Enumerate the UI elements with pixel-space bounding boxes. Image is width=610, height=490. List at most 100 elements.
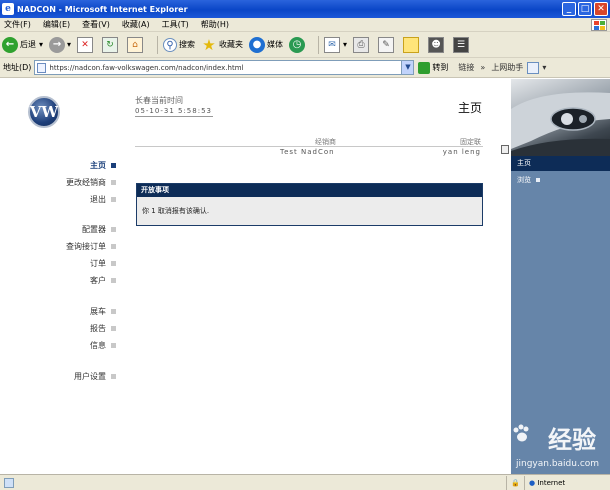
maximize-button[interactable]: □ [578, 2, 592, 16]
stop-icon: ✕ [77, 36, 94, 53]
chevron-down-icon: ▾ [39, 40, 44, 49]
page-status-icon [4, 477, 14, 488]
car-image [511, 79, 610, 156]
refresh-button[interactable]: ↻ [102, 36, 121, 53]
address-url: https://nadcon.faw-volkswagen.com/nadcon… [49, 63, 244, 72]
sidebar-item-info[interactable]: 信息 [90, 340, 116, 351]
print-button[interactable]: ⎙ [353, 36, 372, 53]
lock-icon: 🔒 [506, 475, 524, 490]
sidebar-item-label: 信息 [90, 341, 106, 350]
chevron-down-icon: ▾ [67, 40, 72, 49]
bullet-icon [111, 227, 116, 232]
sidebar-item-label: 展车 [90, 307, 106, 316]
links-button[interactable]: 链接 [458, 62, 474, 73]
bullet-icon [111, 343, 116, 348]
favorites-button[interactable]: ★ 收藏夹 [201, 37, 243, 53]
minimize-button[interactable]: _ [562, 2, 576, 16]
stop-button[interactable]: ✕ [77, 36, 96, 53]
star-icon: ★ [202, 35, 216, 54]
sidebar-item-configurator[interactable]: 配置器 [82, 224, 116, 235]
search-icon: ⚲ [163, 37, 178, 52]
forward-button[interactable]: → ▾ [49, 36, 72, 53]
right-nav-browse[interactable]: 浏览 [511, 173, 610, 188]
menu-tools[interactable]: 工具(T) [162, 19, 189, 30]
sidebar-item-label: 订单 [90, 259, 106, 268]
bullet-icon [111, 374, 116, 379]
right-nav-label: 浏览 [517, 176, 531, 184]
online-assistant-button[interactable]: 上网助手 [491, 62, 523, 73]
menu-view[interactable]: 查看(V) [82, 19, 110, 30]
research-button[interactable]: ☰ [453, 36, 472, 53]
sidebar-item-label: 配置器 [82, 225, 106, 234]
search-label: 搜索 [179, 40, 196, 49]
back-button[interactable]: ← 后退 ▾ [2, 36, 44, 53]
toolbar-separator [318, 35, 320, 54]
back-label: 后退 [20, 40, 36, 49]
media-button[interactable]: ● 媒体 [249, 36, 284, 53]
chevron-down-icon[interactable]: ▼ [401, 61, 414, 74]
chevron-right-icon[interactable]: » [480, 63, 485, 72]
sidebar-item-show-cars[interactable]: 展车 [90, 306, 116, 317]
go-label: 转到 [432, 63, 449, 72]
close-button[interactable]: ✕ [594, 2, 608, 16]
sidebar-item-reports[interactable]: 报告 [90, 323, 116, 334]
right-nav-home[interactable]: 主页 [511, 156, 610, 171]
media-icon: ● [249, 36, 266, 53]
bullet-icon [111, 309, 116, 314]
left-sidebar: VW 主页 更改经销商 退出 配置器 查询接订单 订单 客户 展车 报告 信息 … [0, 79, 130, 474]
sidebar-item-customers[interactable]: 客户 [90, 275, 116, 286]
sidebar-item-label: 报告 [90, 324, 106, 333]
car-headlight-illustration [511, 92, 610, 156]
home-button[interactable]: ⌂ [127, 36, 146, 53]
menu-help[interactable]: 帮助(H) [201, 19, 229, 30]
watermark-url: jingyan.baidu.com [516, 459, 600, 469]
media-label: 媒体 [267, 40, 284, 49]
sidebar-item-orders[interactable]: 订单 [90, 258, 116, 269]
chevron-down-icon[interactable]: ▾ [542, 63, 546, 72]
history-button[interactable]: ◷ [289, 36, 307, 53]
page-icon [37, 62, 47, 73]
address-bar: 地址(D) https://nadcon.faw-volkswagen.com/… [0, 58, 610, 78]
browser-toolbar: ← 后退 ▾ → ▾ ✕ ↻ ⌂ ⚲ 搜索 ★ 收藏夹 ● 媒体 ◷ ✉ ▾ ⎙… [0, 32, 610, 58]
panel-message[interactable]: 你 1 取消报有该确认. [137, 197, 482, 216]
messenger-button[interactable]: ☻ [428, 36, 447, 53]
sidebar-item-change-dealer[interactable]: 更改经销商 [66, 177, 116, 188]
sidebar-item-home[interactable]: 主页 [90, 160, 116, 171]
menu-file[interactable]: 文件(F) [4, 19, 31, 30]
discuss-button[interactable] [403, 36, 422, 53]
header-divider [135, 116, 213, 117]
window-title: NADCON - Microsoft Internet Explorer [17, 4, 188, 14]
watermark-brand: Bai [464, 420, 507, 448]
bullet-icon [536, 178, 540, 182]
mail-button[interactable]: ✉ ▾ [324, 36, 348, 53]
bullet-icon [111, 326, 116, 331]
sidebar-item-logout[interactable]: 退出 [90, 194, 116, 205]
sidebar-item-order-query[interactable]: 查询接订单 [66, 241, 116, 252]
open-items-panel: 开放事项 你 1 取消报有该确认. [136, 183, 483, 226]
address-input[interactable]: https://nadcon.faw-volkswagen.com/nadcon… [34, 60, 415, 75]
history-icon: ◷ [289, 36, 306, 53]
menu-favorites[interactable]: 收藏(A) [122, 19, 150, 30]
bullet-icon [111, 244, 116, 249]
bullet-icon [111, 180, 116, 185]
datetime-label: 长春当前时间 [135, 96, 183, 105]
messenger-icon: ☻ [428, 36, 445, 53]
assistant-icon[interactable] [527, 61, 540, 74]
contact-value: yan leng [442, 148, 481, 156]
edit-icon: ✎ [378, 36, 395, 53]
print-icon[interactable] [501, 145, 509, 154]
status-bar: 🔒 ● Internet [0, 474, 610, 490]
bullet-icon [111, 197, 116, 202]
chevron-down-icon: ▾ [343, 40, 348, 49]
windows-flag-icon [591, 19, 607, 31]
edit-button[interactable]: ✎ [378, 36, 397, 53]
sidebar-item-user-settings[interactable]: 用户设置 [74, 371, 116, 382]
search-button[interactable]: ⚲ 搜索 [163, 37, 196, 52]
toolbar-separator [157, 35, 159, 54]
go-button[interactable]: 转到 [418, 61, 449, 74]
dealer-value: Test NadCon [280, 148, 335, 156]
menu-bar: 文件(F) 编辑(E) 查看(V) 收藏(A) 工具(T) 帮助(H) [0, 18, 610, 32]
forward-arrow-icon: → [49, 36, 66, 53]
menu-edit[interactable]: 编辑(E) [43, 19, 70, 30]
ie-icon: e [2, 3, 14, 15]
